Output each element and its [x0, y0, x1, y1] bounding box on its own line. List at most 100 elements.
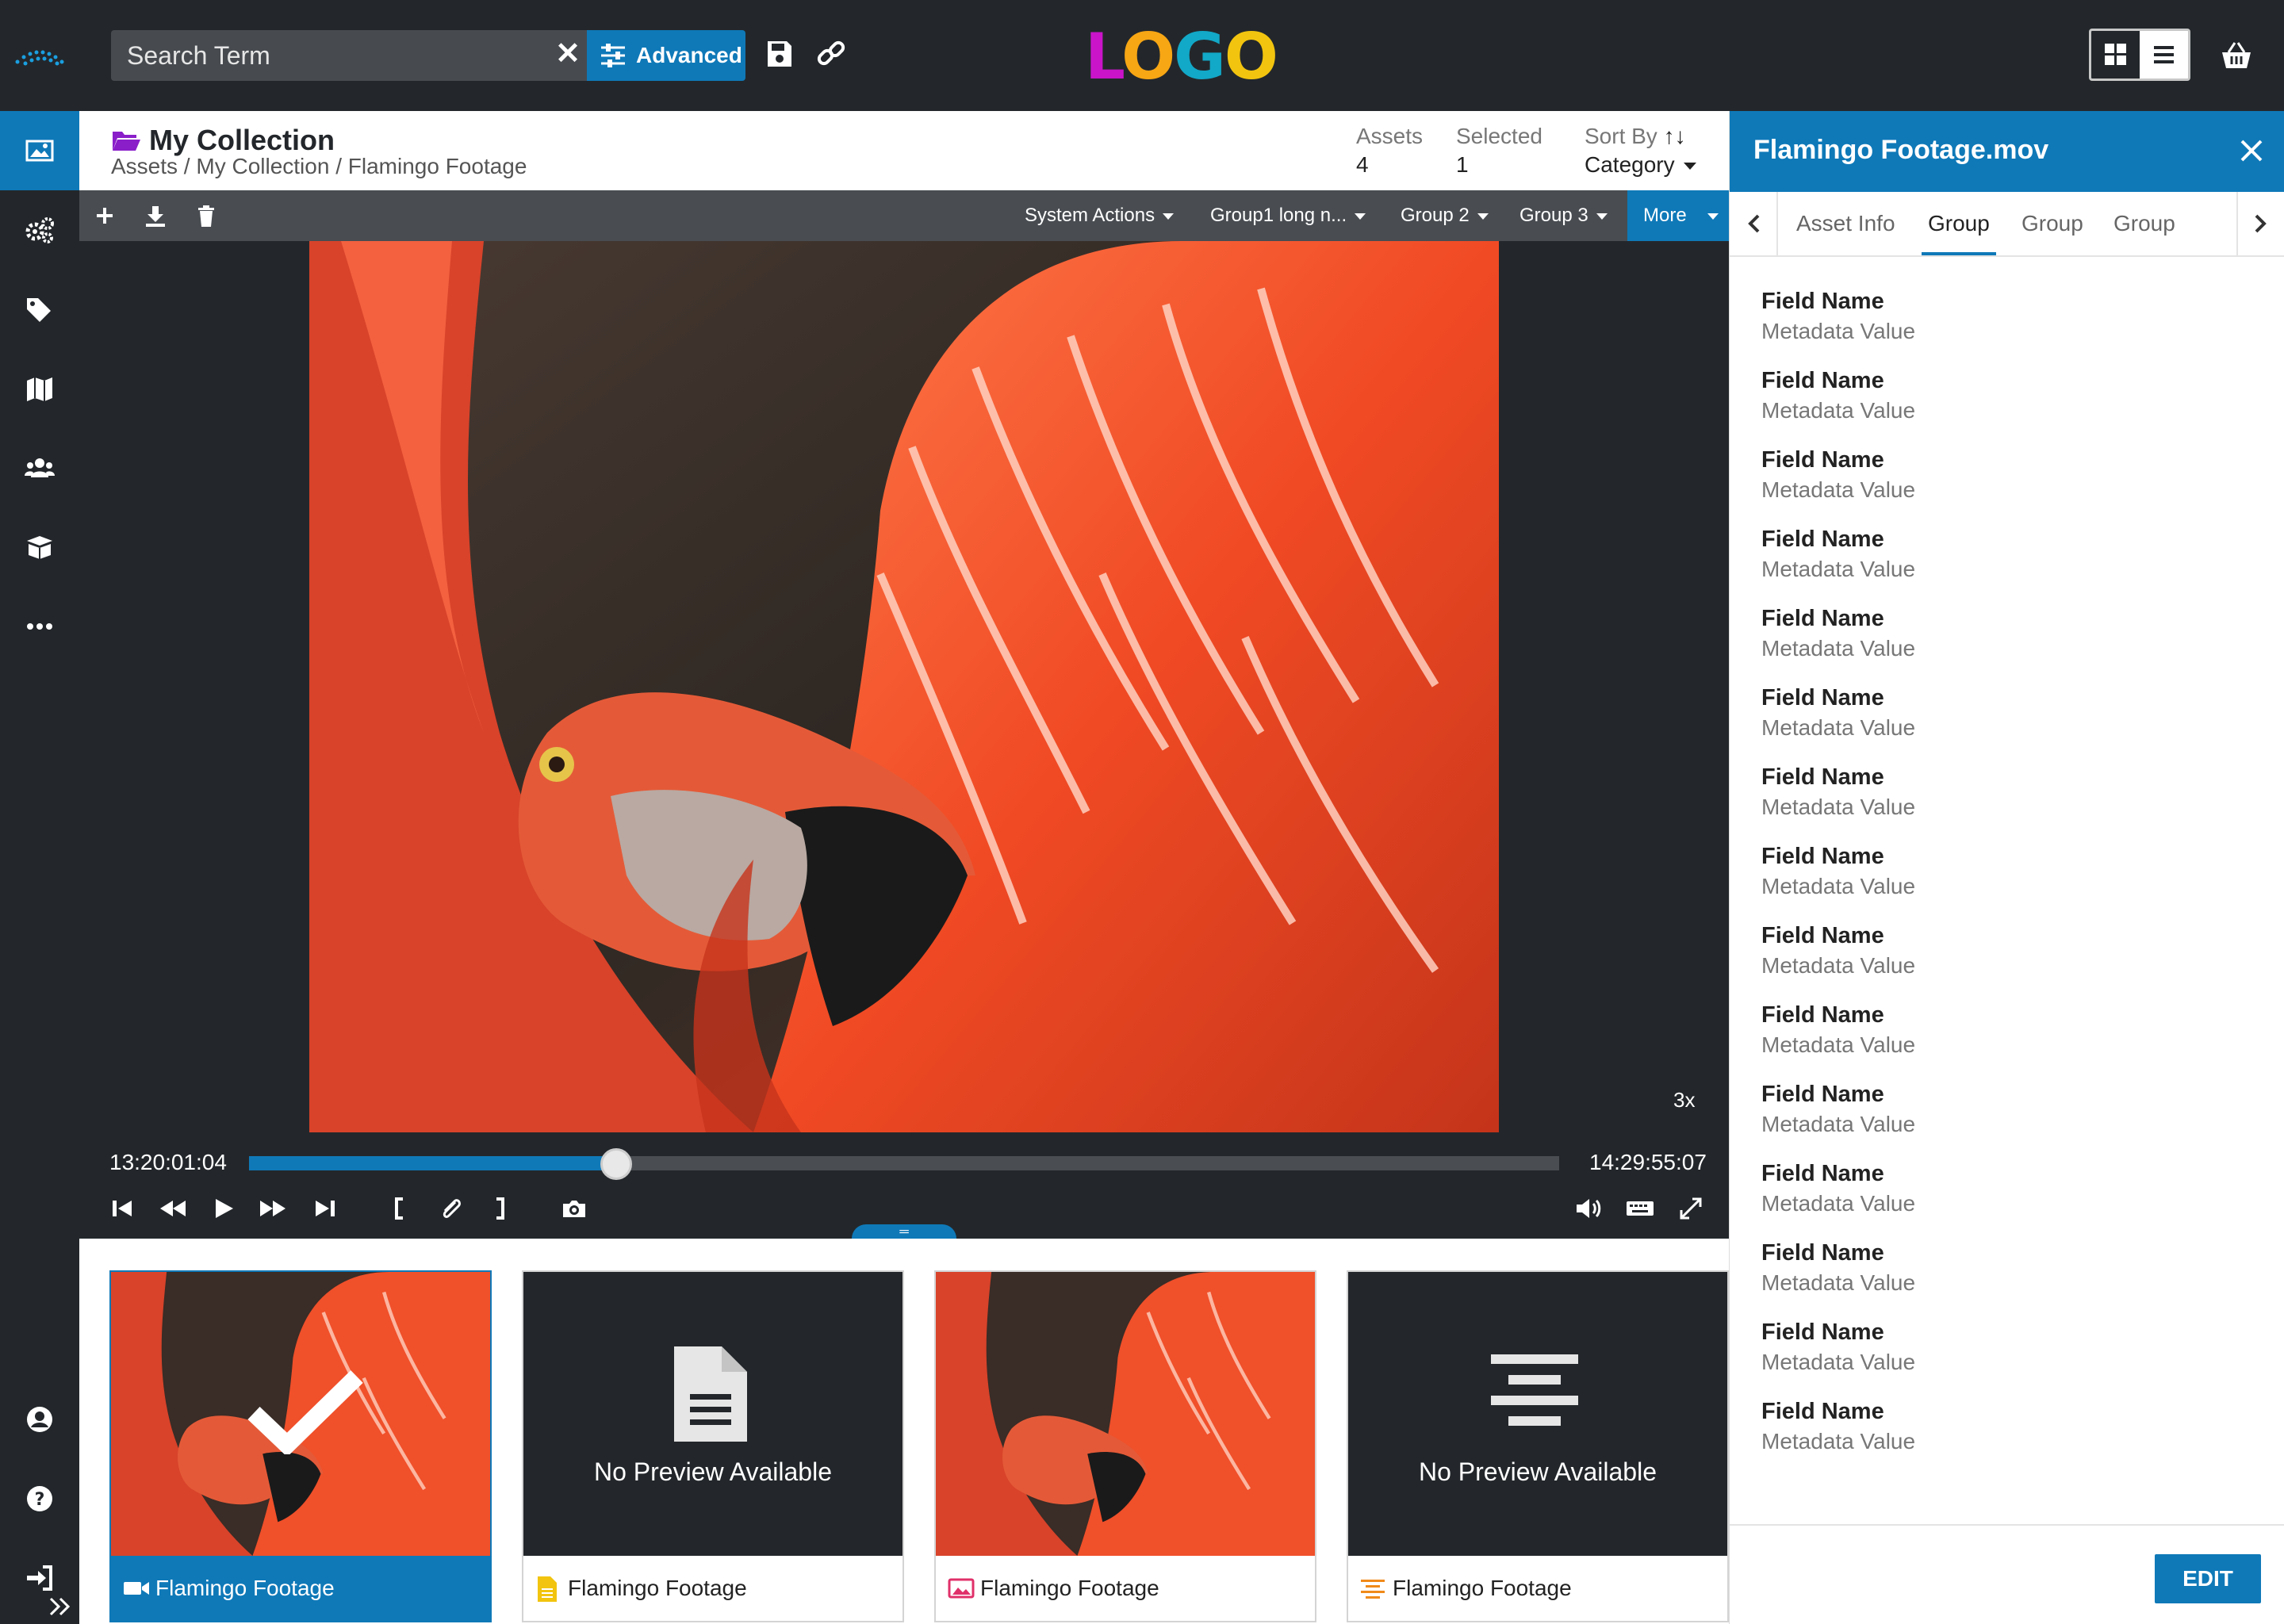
trash-icon[interactable] — [192, 201, 220, 230]
mark-in-icon[interactable] — [384, 1193, 416, 1224]
rewind-icon[interactable] — [157, 1193, 189, 1224]
nav-settings[interactable] — [0, 190, 79, 270]
text-align-icon — [1361, 1580, 1385, 1599]
breadcrumb[interactable]: Assets / My Collection / Flamingo Footag… — [111, 154, 527, 179]
metadata-fields: Field Name Metadata Value Field Name Metada… — [1761, 287, 2253, 1477]
dropdown-label: Group 2 — [1401, 205, 1470, 226]
field-name: Field Name — [1761, 368, 1884, 393]
nav-tags[interactable] — [0, 270, 79, 349]
panel-tabs: Asset Info Group Group Group — [1730, 192, 2284, 257]
add-icon[interactable] — [90, 201, 119, 230]
field-name: Field Name — [1761, 1082, 1884, 1107]
metadata-field: Field Name Metadata Value — [1761, 446, 2253, 525]
image-icon — [25, 140, 54, 162]
fullscreen-icon[interactable] — [1675, 1193, 1707, 1224]
more-label: More — [1643, 205, 1687, 226]
brand-dots-icon[interactable] — [14, 43, 65, 67]
paperclip-icon[interactable] — [435, 1193, 466, 1224]
nav-expand[interactable] — [0, 1591, 79, 1624]
edit-button[interactable]: EDIT — [2155, 1554, 2261, 1603]
group1-dropdown[interactable]: Group1 long n... — [1210, 190, 1366, 241]
system-actions-dropdown[interactable]: System Actions — [1025, 190, 1175, 241]
field-value: Metadata Value — [1761, 1191, 1916, 1216]
field-value: Metadata Value — [1761, 477, 1916, 502]
top-bar: Search Term ✕ Advanced LOGO — [0, 0, 2284, 111]
sign-in-icon — [27, 1565, 52, 1591]
fast-forward-icon[interactable] — [257, 1193, 289, 1224]
gears-icon — [25, 217, 54, 243]
list-icon — [2154, 46, 2174, 63]
panel-header: Flamingo Footage.mov — [1730, 111, 2284, 192]
skip-to-end-icon[interactable] — [308, 1193, 339, 1224]
document-icon — [538, 1576, 557, 1602]
asset-card[interactable]: No Preview Available Flamingo Footage — [522, 1270, 904, 1622]
panel-title: Flamingo Footage.mov — [1753, 135, 2049, 165]
field-value: Metadata Value — [1761, 1112, 1916, 1136]
nav-users[interactable] — [0, 428, 79, 508]
keyboard-icon[interactable] — [1624, 1193, 1656, 1224]
sliders-icon — [601, 44, 625, 67]
field-value: Metadata Value — [1761, 795, 1916, 819]
panel-resize-handle[interactable]: ═ — [852, 1224, 956, 1239]
flamingo-video-frame[interactable] — [309, 241, 1499, 1132]
save-icon[interactable] — [761, 36, 796, 71]
asset-card[interactable]: No Preview Available Flamingo Footage — [1347, 1270, 1729, 1622]
download-icon[interactable] — [141, 201, 170, 230]
chevron-left-icon[interactable] — [1730, 192, 1779, 255]
users-icon — [25, 458, 55, 477]
caret-down-icon — [1477, 213, 1489, 220]
asset-toolbar: System Actions Group1 long n... Group 2 … — [79, 190, 1729, 241]
grid-view-button[interactable] — [2091, 31, 2140, 79]
nav-help[interactable]: ? — [0, 1459, 79, 1538]
advanced-search-button[interactable]: Advanced — [587, 30, 745, 81]
more-dropdown[interactable]: More — [1627, 190, 1729, 241]
nav-profile[interactable] — [0, 1380, 79, 1459]
flamingo-image — [309, 241, 1499, 1132]
seek-handle[interactable] — [600, 1148, 632, 1180]
tab-asset-info[interactable]: Asset Info — [1796, 192, 1895, 255]
metadata-field: Field Name Metadata Value — [1761, 1001, 2253, 1080]
search-input[interactable]: Search Term — [111, 30, 587, 81]
mark-out-icon[interactable] — [484, 1193, 515, 1224]
chevron-right-icon[interactable] — [2236, 192, 2284, 255]
sort-value[interactable]: Category — [1585, 152, 1697, 178]
dropdown-label: Group 3 — [1519, 205, 1588, 226]
sort-control[interactable]: Sort By ↑↓ Category — [1585, 124, 1697, 178]
volume-icon[interactable] — [1573, 1193, 1605, 1224]
nav-assets[interactable] — [0, 111, 79, 190]
current-timecode: 13:20:01:04 — [109, 1150, 227, 1174]
asset-caption: Flamingo Footage — [1348, 1556, 1727, 1621]
group3-dropdown[interactable]: Group 3 — [1519, 190, 1608, 241]
list-view-button[interactable] — [2140, 31, 2188, 79]
group2-dropdown[interactable]: Group 2 — [1401, 190, 1489, 241]
skip-to-start-icon[interactable] — [108, 1193, 140, 1224]
tab-group-3[interactable]: Group — [2113, 192, 2175, 255]
camera-icon[interactable] — [558, 1193, 590, 1224]
nav-map[interactable] — [0, 349, 79, 428]
no-preview-text: No Preview Available — [593, 1457, 832, 1486]
play-icon[interactable] — [208, 1193, 240, 1224]
basket-icon[interactable] — [2219, 38, 2254, 73]
metadata-field: Field Name Metadata Value — [1761, 604, 2253, 684]
assets-count: Assets 4 — [1356, 124, 1423, 178]
clear-search-icon[interactable]: ✕ — [552, 38, 584, 70]
field-name: Field Name — [1761, 1240, 1884, 1266]
asset-title: Flamingo Footage — [568, 1576, 747, 1600]
asset-card[interactable]: Flamingo Footage — [109, 1270, 492, 1622]
field-name: Field Name — [1761, 764, 1884, 790]
seek-bar-progress — [249, 1156, 616, 1170]
asset-card[interactable]: Flamingo Footage — [934, 1270, 1316, 1622]
field-name: Field Name — [1761, 289, 1884, 314]
tab-group-1[interactable]: Group — [1922, 192, 1996, 255]
field-name: Field Name — [1761, 844, 1884, 869]
nav-packages[interactable] — [0, 508, 79, 587]
asset-thumbnail: No Preview Available — [1348, 1272, 1727, 1556]
metadata-field: Field Name Metadata Value — [1761, 921, 2253, 1001]
seek-bar[interactable] — [249, 1156, 1559, 1170]
field-value: Metadata Value — [1761, 1429, 1916, 1454]
link-icon[interactable] — [814, 36, 849, 71]
tab-group-2[interactable]: Group — [2021, 192, 2083, 255]
close-icon[interactable] — [2236, 135, 2267, 167]
nav-more[interactable] — [0, 587, 79, 666]
sort-order-icon[interactable]: ↑↓ — [1664, 124, 1686, 148]
